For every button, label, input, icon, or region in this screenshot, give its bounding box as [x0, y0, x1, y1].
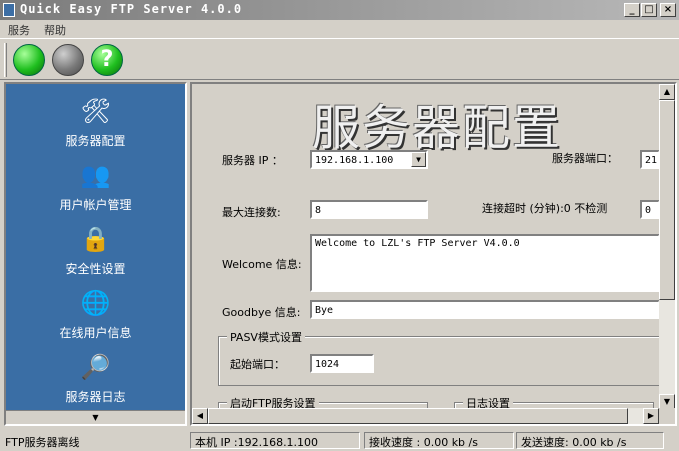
globe-user-icon: 🌐 — [80, 289, 111, 317]
vertical-scrollbar[interactable]: ▲ ▼ — [659, 84, 675, 410]
goodbye-label: Goodbye 信息: — [222, 306, 301, 319]
horizontal-scrollbar[interactable]: ◀ ▶ — [192, 408, 659, 424]
app-icon — [3, 3, 15, 17]
window-title: Quick Easy FTP Server 4.0.0 — [20, 2, 243, 16]
sidebar-item-server-config[interactable]: 🛠 服务器配置 — [6, 96, 185, 158]
start-server-icon[interactable] — [13, 44, 45, 76]
sidebar-item-user-accounts[interactable]: 👥 用户帐户管理 — [6, 160, 185, 222]
users-icon: 👥 — [80, 161, 111, 189]
menu-help[interactable]: 帮助 — [44, 22, 66, 38]
sidebar-item-online-users[interactable]: 🌐 在线用户信息 — [6, 288, 185, 350]
timeout-label: 连接超时 (分钟):0 不检测 — [482, 202, 608, 215]
menu-bar: 服务 帮助 — [0, 20, 679, 38]
server-ip-value: 192.168.1.100 — [315, 155, 394, 166]
server-status-text: FTP服务器离线 — [5, 436, 80, 449]
pasv-group-title: PASV模式设置 — [227, 329, 305, 345]
sidebar-item-label: 服务器配置 — [65, 134, 126, 148]
log-icon: 🔎 — [80, 353, 111, 381]
tools-icon: 🛠 — [80, 97, 111, 125]
stop-server-icon[interactable] — [52, 44, 84, 76]
scroll-right-button[interactable]: ▶ — [643, 408, 659, 424]
receive-speed-status: 接收速度 : 0.00 kb /s — [364, 432, 514, 449]
max-connections-input[interactable]: 8 — [310, 200, 428, 219]
sidebar: 🛠 服务器配置 👥 用户帐户管理 🔒 安全性设置 🌐 在线用户信息 🔎 服务器日… — [4, 82, 187, 426]
hscroll-thumb[interactable] — [208, 408, 628, 424]
max-connections-label: 最大连接数: — [222, 206, 281, 219]
local-ip-status: 本机 IP :192.168.1.100 — [190, 432, 360, 449]
title-bar[interactable]: Quick Easy FTP Server 4.0.0 _ □ × — [0, 0, 679, 20]
sidebar-item-label: 服务器日志 — [65, 390, 126, 404]
lock-icon: 🔒 — [80, 225, 111, 253]
close-button[interactable]: × — [660, 3, 676, 17]
maximize-button[interactable]: □ — [641, 3, 657, 17]
toolbar-grip[interactable] — [4, 43, 7, 77]
sidebar-scroll-down-button[interactable]: ▼ — [6, 410, 185, 424]
server-port-label: 服务器端口： — [552, 152, 618, 165]
toolbar: ? — [0, 38, 679, 80]
server-port-input[interactable]: 21 — [640, 150, 660, 169]
scroll-corner — [659, 408, 675, 424]
server-ip-label: 服务器 IP ： — [222, 154, 283, 167]
server-ip-select[interactable]: 192.168.1.100 ▼ — [310, 150, 428, 169]
start-port-label: 起始端口： — [230, 358, 285, 371]
pasv-group: PASV模式设置 — [218, 329, 668, 386]
status-bar: FTP服务器离线 本机 IP :192.168.1.100 接收速度 : 0.0… — [0, 430, 679, 451]
timeout-input[interactable]: 0 — [640, 200, 660, 219]
menu-service[interactable]: 服务 — [8, 22, 30, 38]
sidebar-item-server-log[interactable]: 🔎 服务器日志 — [6, 352, 185, 414]
sidebar-item-label: 安全性设置 — [65, 262, 126, 276]
config-panel: 服务器配置 服务器 IP ： 192.168.1.100 ▼ 服务器端口： 21… — [190, 82, 677, 426]
send-speed-status: 发送速度: 0.00 kb /s — [516, 432, 664, 449]
sidebar-item-security[interactable]: 🔒 安全性设置 — [6, 224, 185, 286]
scroll-up-button[interactable]: ▲ — [659, 84, 675, 100]
page-title: 服务器配置 — [312, 100, 563, 156]
sidebar-item-label: 用户帐户管理 — [59, 198, 132, 212]
chevron-down-icon[interactable]: ▼ — [411, 152, 426, 167]
sidebar-item-label: 在线用户信息 — [59, 326, 132, 340]
goodbye-input[interactable]: Bye — [310, 300, 660, 319]
help-icon[interactable]: ? — [91, 44, 123, 76]
scroll-thumb[interactable] — [659, 100, 675, 300]
start-port-input[interactable]: 1024 — [310, 354, 374, 373]
welcome-label: Welcome 信息: — [222, 258, 302, 271]
scroll-left-button[interactable]: ◀ — [192, 408, 208, 424]
minimize-button[interactable]: _ — [624, 3, 640, 17]
welcome-textarea[interactable]: Welcome to LZL's FTP Server V4.0.0 — [310, 234, 660, 292]
app-window: Quick Easy FTP Server 4.0.0 _ □ × 服务 帮助 … — [0, 0, 679, 451]
